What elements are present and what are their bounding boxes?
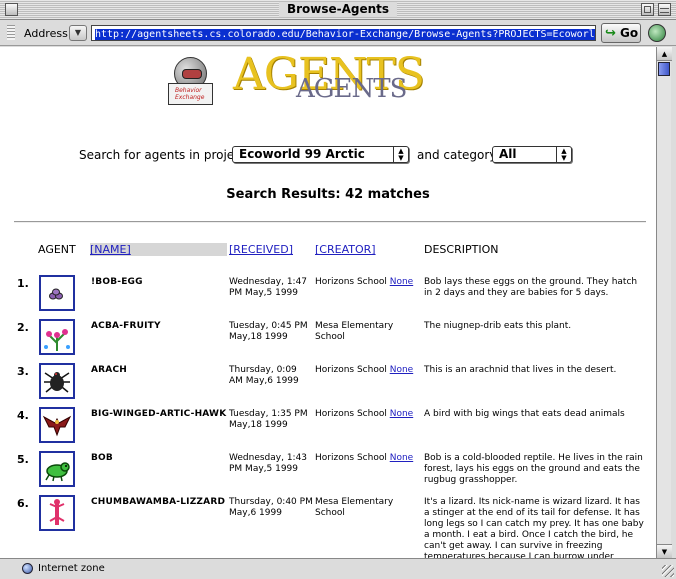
fruit-plant-icon[interactable] <box>39 319 75 355</box>
security-zone-text: Internet zone <box>38 563 105 574</box>
category-label: and category <box>417 148 497 162</box>
zoom-box[interactable] <box>641 3 654 16</box>
go-label: Go <box>620 26 639 40</box>
creator-email-link[interactable]: None <box>390 365 413 375</box>
creator-name: Mesa Elementary School <box>315 497 394 518</box>
resize-grip-icon[interactable] <box>662 565 674 577</box>
vertical-scrollbar[interactable]: ▲ ▼ <box>656 47 672 558</box>
category-select[interactable]: All ▲ ▼ <box>492 146 572 163</box>
sort-by-received-link[interactable]: [RECEIVED] <box>229 243 293 256</box>
received-date: Wednesday, 1:47 PM May,5 1999 <box>229 277 308 298</box>
received-date: Thursday, 0:09 AM May,6 1999 <box>229 365 299 386</box>
creator: Mesa Elementary School <box>315 497 423 519</box>
address-label: Address: <box>24 27 72 40</box>
address-history-dropdown[interactable]: ▼ <box>69 25 87 41</box>
hawk-icon[interactable] <box>39 407 75 443</box>
agent-name: BIG-WINGED-ARTIC-HAWK <box>91 409 227 419</box>
envelope-icon: Behavior Exchange <box>168 83 213 105</box>
agent-name: BOB <box>91 453 113 463</box>
column-header-agent: AGENT <box>38 243 76 256</box>
scroll-up-arrow-icon[interactable]: ▲ <box>657 47 672 61</box>
creator-email-link[interactable]: None <box>390 453 413 463</box>
creator-name: Horizons School <box>315 453 387 463</box>
project-label: Search for agents in project <box>79 148 246 162</box>
column-header-description: DESCRIPTION <box>424 243 499 256</box>
address-input[interactable]: http://agentsheets.cs.colorado.edu/Behav… <box>91 25 596 41</box>
toolbar-grip-icon[interactable] <box>7 25 15 40</box>
reptile-icon[interactable] <box>39 451 75 487</box>
creator-name: Horizons School <box>315 277 387 287</box>
agent-description: The niugnep-drib eats this plant. <box>424 321 572 331</box>
close-box[interactable] <box>5 3 18 16</box>
agent-description: A bird with big wings that eats dead ani… <box>424 409 625 419</box>
agent-name: ACBA-FRUITY <box>91 321 161 331</box>
creator-email-link[interactable]: None <box>390 409 413 419</box>
agent-name: CHUMBAWAMBA-LIZZARD <box>91 497 226 507</box>
agents-logo-shadow: AGENTS <box>296 74 407 104</box>
received-date: Wednesday, 1:43 PM May,5 1999 <box>229 453 308 474</box>
title-bar: Browse-Agents <box>0 0 676 20</box>
spider-icon[interactable] <box>39 363 75 399</box>
row-number: 6. <box>17 497 29 510</box>
agent-description: This is an arachnid that lives in the de… <box>424 365 617 375</box>
address-bar: Address: ▼ http://agentsheets.cs.colorad… <box>0 20 676 46</box>
project-select[interactable]: Ecoworld 99 Arctic ▲ ▼ <box>232 146 409 163</box>
agent-description: Bob is a cold-blooded reptile. He lives … <box>424 453 643 485</box>
project-select-value: Ecoworld 99 Arctic <box>239 147 365 161</box>
row-number: 5. <box>17 453 29 466</box>
received-date: Tuesday, 1:35 PM May,18 1999 <box>229 409 308 430</box>
browser-activity-icon <box>648 24 666 42</box>
internet-zone-globe-icon <box>22 563 33 574</box>
column-header-received[interactable]: [RECEIVED] <box>229 243 293 256</box>
column-header-creator[interactable]: [CREATOR] <box>315 243 376 256</box>
creator-name: Mesa Elementary School <box>315 321 394 342</box>
egg-icon[interactable] <box>39 275 75 311</box>
agent-name: ARACH <box>91 365 127 375</box>
row-number: 1. <box>17 277 29 290</box>
updown-arrows-icon: ▲ ▼ <box>556 147 571 162</box>
creator: Horizons School None <box>315 365 423 376</box>
row-number: 2. <box>17 321 29 334</box>
creator: Mesa Elementary School <box>315 321 423 343</box>
scroll-thumb[interactable] <box>658 62 670 76</box>
agent-description: Bob lays these eggs on the ground. They … <box>424 277 638 298</box>
address-url: http://agentsheets.cs.colorado.edu/Behav… <box>95 29 595 40</box>
divider <box>14 221 646 223</box>
category-select-value: All <box>499 147 517 161</box>
status-bar: Internet zone <box>0 558 676 579</box>
sort-by-creator-link[interactable]: [CREATOR] <box>315 243 376 256</box>
row-number: 3. <box>17 365 29 378</box>
creator: Horizons School None <box>315 409 423 420</box>
received-date: Tuesday, 0:45 PM May,18 1999 <box>229 321 308 342</box>
go-button[interactable]: ↪ Go <box>601 23 641 43</box>
scroll-down-arrow-icon[interactable]: ▼ <box>657 544 672 558</box>
column-header-name[interactable]: [NAME] <box>90 243 227 256</box>
row-number: 4. <box>17 409 29 422</box>
creator: Horizons School None <box>315 277 423 288</box>
agent-description: It's a lizard. Its nick-name is wizard l… <box>424 497 644 558</box>
updown-arrows-icon: ▲ ▼ <box>393 147 408 162</box>
chevron-down-icon: ▼ <box>74 28 82 37</box>
search-results-count: Search Results: 42 matches <box>226 187 430 202</box>
creator: Horizons School None <box>315 453 423 464</box>
sort-by-name-link[interactable]: [NAME] <box>90 243 131 256</box>
creator-name: Horizons School <box>315 365 387 375</box>
search-form: Search for agents in project Ecoworld 99… <box>0 146 656 166</box>
page-content: Behavior Exchange AGENTS AGENTS Search f… <box>0 47 656 558</box>
logo-badge-text: Behavior Exchange <box>175 87 205 101</box>
lizard-icon[interactable] <box>39 495 75 531</box>
collapse-box[interactable] <box>658 3 671 16</box>
received-date: Thursday, 0:40 PM May,6 1999 <box>229 497 313 518</box>
creator-name: Horizons School <box>315 409 387 419</box>
creator-email-link[interactable]: None <box>390 277 413 287</box>
go-arrow-icon: ↪ <box>605 26 616 41</box>
behavior-exchange-logo: Behavior Exchange <box>168 57 213 107</box>
agent-name: !BOB-EGG <box>91 277 143 287</box>
window-title: Browse-Agents <box>278 2 398 17</box>
